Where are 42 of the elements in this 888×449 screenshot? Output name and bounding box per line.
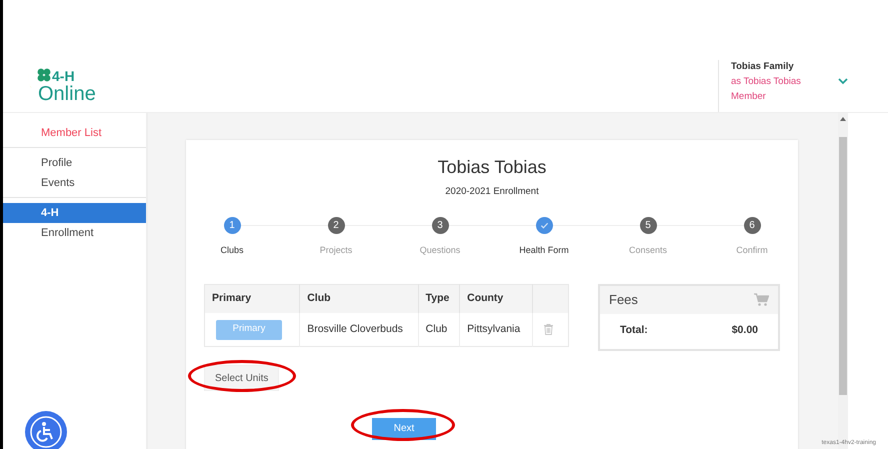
step-marker[interactable]: 1 [224, 217, 240, 234]
column-header: County [460, 284, 532, 314]
sidebar-item[interactable]: 4-H [3, 203, 146, 223]
column-header: Primary [204, 284, 300, 314]
step-label: Questions [420, 244, 460, 258]
cart-icon [754, 293, 769, 306]
column-header: Type [418, 284, 460, 314]
enrollment-subtitle: 2020-2021 Enrollment [445, 185, 539, 199]
step-marker[interactable]: 6 [744, 217, 760, 234]
step-marker[interactable] [536, 217, 552, 234]
member-title: Tobias Tobias [438, 156, 546, 179]
step-marker[interactable]: 5 [640, 217, 656, 234]
select-units-button[interactable]: Select Units [204, 365, 280, 392]
step-marker[interactable]: 2 [328, 217, 344, 234]
sidebar-item[interactable]: Enrollment [3, 223, 146, 243]
table-cell: Pittsylvania [460, 313, 532, 346]
step-label: Consents [628, 244, 668, 258]
logo-text: Online [38, 84, 96, 104]
chevron-down-icon[interactable] [838, 78, 848, 85]
sidebar-item[interactable]: Member List [3, 123, 146, 143]
step-marker[interactable]: 3 [432, 217, 448, 234]
user-role: Member [731, 90, 767, 104]
total-label: Total: [620, 323, 648, 338]
step-label: Clubs [220, 244, 244, 258]
table-cell: Club [418, 313, 460, 346]
table-cell: Brosville Cloverbuds [300, 313, 418, 346]
trash-icon[interactable] [544, 324, 553, 335]
sidebar-item[interactable]: Profile [3, 153, 146, 173]
user-name: Tobias Family [731, 60, 795, 74]
sidebar-item[interactable]: Events [3, 173, 146, 193]
accessibility-button[interactable] [25, 411, 67, 449]
total-amount: $0.00 [732, 323, 758, 338]
scroll-up-icon[interactable] [840, 117, 846, 121]
logo-text: 4-H [52, 69, 75, 83]
acting-as: as Tobias Tobias [731, 75, 801, 89]
fees-title: Fees [609, 291, 638, 309]
wheelchair-icon [29, 415, 63, 449]
step-label: Projects [320, 244, 352, 258]
check-icon [540, 221, 548, 230]
column-header: Club [300, 284, 418, 314]
step-label: Confirm [736, 244, 768, 258]
step-label: Health Form [519, 244, 569, 258]
